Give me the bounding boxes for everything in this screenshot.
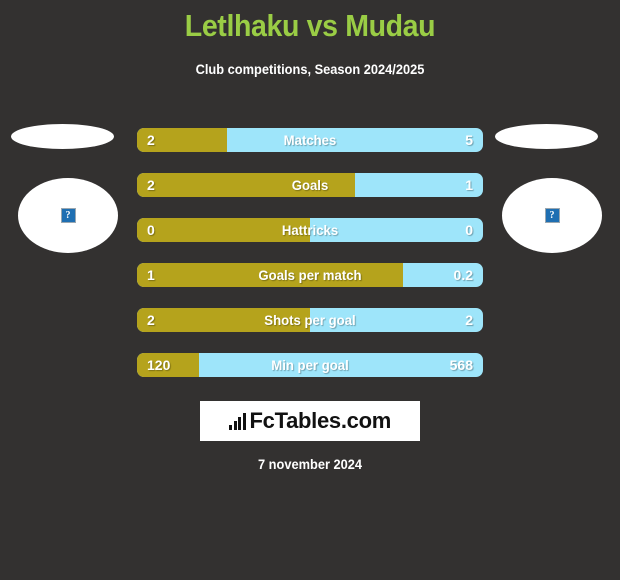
away-avatar-circle: ? bbox=[502, 178, 602, 253]
home-avatar-circle: ? bbox=[18, 178, 118, 253]
stat-label: Min per goal bbox=[271, 357, 349, 373]
bar-chart-icon bbox=[229, 412, 246, 430]
broken-image-icon: ? bbox=[544, 208, 560, 223]
fctables-logo[interactable]: FcTables.com bbox=[200, 401, 420, 441]
stat-label: Hattricks bbox=[281, 222, 339, 238]
stat-label: Shots per goal bbox=[264, 312, 356, 328]
fctables-logo-text: FcTables.com bbox=[249, 408, 392, 433]
stat-bar-row: 120 Min per goal 568 bbox=[137, 353, 483, 377]
stat-away-value: 1 bbox=[465, 177, 473, 193]
broken-image-icon: ? bbox=[60, 208, 76, 223]
away-player-avatar: ? bbox=[492, 120, 612, 260]
stat-bar-row: 2 Matches 5 bbox=[137, 128, 483, 152]
stat-away-value: 0 bbox=[465, 222, 473, 238]
comparison-stats-chart: 2 Matches 5 2 Goals 1 0 Hattricks 0 1 Goals per ma… bbox=[137, 128, 483, 398]
stat-label: Matches bbox=[283, 132, 337, 148]
stat-away-value: 2 bbox=[465, 312, 473, 328]
stat-bar-row: 1 Goals per match 0.2 bbox=[137, 263, 483, 287]
stat-away-value: 5 bbox=[465, 132, 473, 148]
stat-bar-row: 0 Hattricks 0 bbox=[137, 218, 483, 242]
home-player-avatar: ? bbox=[8, 120, 128, 260]
stat-label: Goals per match bbox=[258, 267, 362, 283]
stat-away-value: 568 bbox=[449, 357, 473, 373]
stat-bar-row: 2 Goals 1 bbox=[137, 173, 483, 197]
away-avatar-top-ellipse bbox=[495, 124, 598, 149]
page-subtitle: Club competitions, Season 2024/2025 bbox=[195, 62, 425, 77]
stat-away-value: 0.2 bbox=[453, 267, 473, 283]
stat-label: Goals bbox=[291, 177, 329, 193]
stat-bar-row: 2 Shots per goal 2 bbox=[137, 308, 483, 332]
report-date: 7 november 2024 bbox=[257, 457, 363, 472]
page-title: Letlhaku vs Mudau bbox=[184, 8, 436, 43]
home-avatar-top-ellipse bbox=[11, 124, 114, 149]
